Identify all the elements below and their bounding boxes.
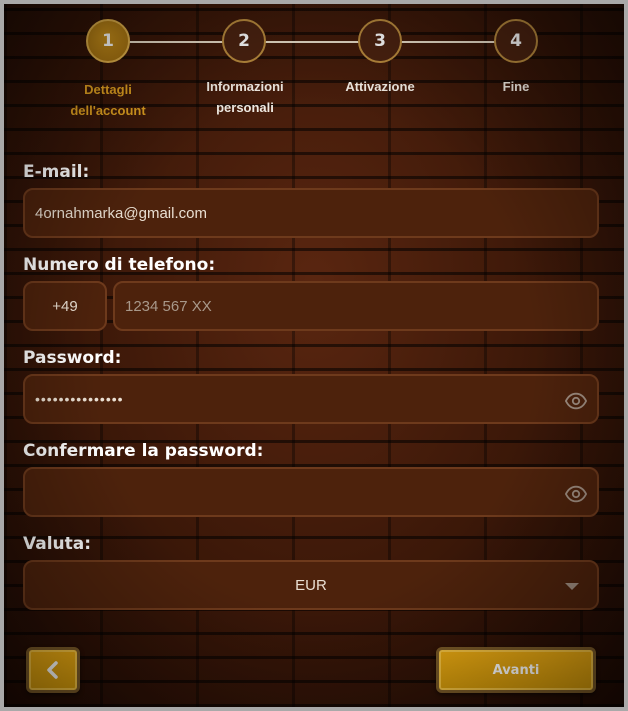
step-4-label: Fine [456, 76, 576, 97]
email-field[interactable] [25, 204, 597, 222]
step-1-label-line1: Dettagli [84, 82, 132, 97]
step-1-label-line2: dell'account [70, 103, 146, 118]
currency-select[interactable]: EUR [23, 560, 599, 610]
registration-stepper: 1 2 3 4 Dettagli dell'account Informazio… [4, 4, 624, 134]
chevron-left-icon [47, 661, 58, 679]
step-2-label-line2: personali [216, 100, 274, 115]
confirm-password-field[interactable] [25, 483, 597, 501]
next-button[interactable]: Avanti [436, 647, 596, 693]
step-connector [401, 41, 495, 43]
step-4-circle: 4 [494, 19, 538, 63]
step-3-label: Attivazione [320, 76, 440, 97]
step-4-label-line1: Fine [502, 79, 530, 94]
phone-label: Numero di telefono: [23, 255, 216, 275]
step-2-label: Informazioni personali [185, 76, 305, 118]
phone-field[interactable] [115, 297, 597, 315]
currency-label: Valuta: [23, 534, 92, 554]
step-2-label-line1: Informazioni [206, 79, 284, 94]
chevron-down-icon [565, 583, 579, 590]
phone-field-box [113, 281, 599, 331]
phone-prefix-value: +49 [52, 297, 78, 315]
step-1-circle: 1 [86, 19, 130, 63]
step-2-circle: 2 [222, 19, 266, 63]
eye-icon[interactable] [565, 390, 587, 412]
step-1-label: Dettagli dell'account [48, 79, 168, 121]
password-field-box: ••••••••••••••• [23, 374, 599, 424]
password-label: Password: [23, 348, 122, 368]
confirm-password-label: Confermare la password: [23, 441, 264, 461]
step-connector [129, 41, 227, 43]
currency-selected-value: EUR [295, 576, 327, 594]
step-connector [265, 41, 363, 43]
phone-prefix-select[interactable]: +49 [23, 281, 107, 331]
registration-panel: 1 2 3 4 Dettagli dell'account Informazio… [4, 4, 624, 707]
email-label: E-mail: [23, 162, 90, 182]
confirm-password-field-box [23, 467, 599, 517]
password-field[interactable]: ••••••••••••••• [25, 391, 124, 407]
back-button[interactable] [26, 647, 80, 693]
step-3-label-line1: Attivazione [345, 79, 415, 94]
eye-icon[interactable] [565, 483, 587, 505]
email-field-box [23, 188, 599, 238]
step-3-circle: 3 [358, 19, 402, 63]
